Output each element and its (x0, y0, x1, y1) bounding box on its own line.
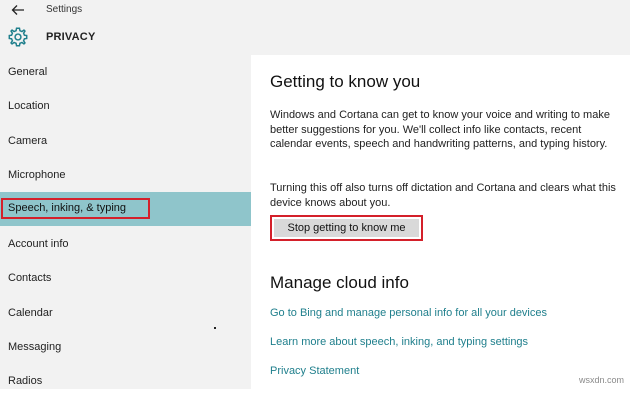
sidebar: General Location Camera Microphone Speec… (0, 55, 251, 389)
sidebar-item-messaging[interactable]: Messaging (0, 330, 251, 364)
highlight-outline: Stop getting to know me (270, 215, 423, 241)
window-title: Settings (46, 4, 83, 15)
sidebar-item-label: Microphone (8, 169, 66, 181)
section-heading: Getting to know you (270, 72, 421, 91)
sidebar-item-microphone[interactable]: Microphone (0, 158, 251, 192)
sidebar-item-label: Camera (8, 135, 48, 147)
sidebar-item-contacts[interactable]: Contacts (0, 261, 251, 295)
description-text: Windows and Cortana can get to know your… (270, 109, 610, 150)
learn-more-link[interactable]: Learn more about speech, inking, and typ… (270, 336, 528, 348)
sidebar-item-label: General (8, 66, 48, 78)
page-header: PRIVACY (0, 20, 630, 55)
sidebar-item-general[interactable]: General (0, 55, 251, 89)
watermark: wsxdn.com (578, 375, 624, 385)
warning-text: Turning this off also turns off dictatio… (270, 182, 616, 209)
section-heading-cloud: Manage cloud info (270, 273, 409, 292)
sidebar-item-account-info[interactable]: Account info (0, 227, 251, 261)
bing-personal-info-link[interactable]: Go to Bing and manage personal info for … (270, 307, 547, 319)
sidebar-item-speech-inking-typing[interactable]: Speech, inking, & typing (0, 192, 251, 226)
sidebar-item-label: Speech, inking, & typing (8, 202, 127, 214)
stray-dot (214, 327, 216, 329)
privacy-statement-link[interactable]: Privacy Statement (270, 365, 359, 377)
title-bar: Settings (0, 0, 630, 20)
back-arrow-icon[interactable] (8, 2, 28, 18)
settings-window: Settings PRIVACY General Location Camera… (0, 0, 630, 389)
sidebar-item-label: Location (8, 100, 50, 112)
stop-getting-to-know-me-button[interactable]: Stop getting to know me (274, 219, 419, 237)
sidebar-item-label: Radios (8, 375, 43, 387)
sidebar-item-location[interactable]: Location (0, 89, 251, 123)
content-pane: Getting to know you Windows and Cortana … (251, 55, 630, 389)
sidebar-item-radios[interactable]: Radios (0, 364, 251, 398)
sidebar-item-label: Account info (8, 238, 69, 250)
sidebar-item-calendar[interactable]: Calendar (0, 296, 251, 330)
gear-icon (8, 27, 28, 47)
sidebar-item-label: Calendar (8, 307, 53, 319)
sidebar-item-label: Contacts (8, 272, 52, 284)
page-title: PRIVACY (46, 31, 96, 43)
sidebar-item-camera[interactable]: Camera (0, 124, 251, 158)
sidebar-item-label: Messaging (8, 341, 62, 353)
